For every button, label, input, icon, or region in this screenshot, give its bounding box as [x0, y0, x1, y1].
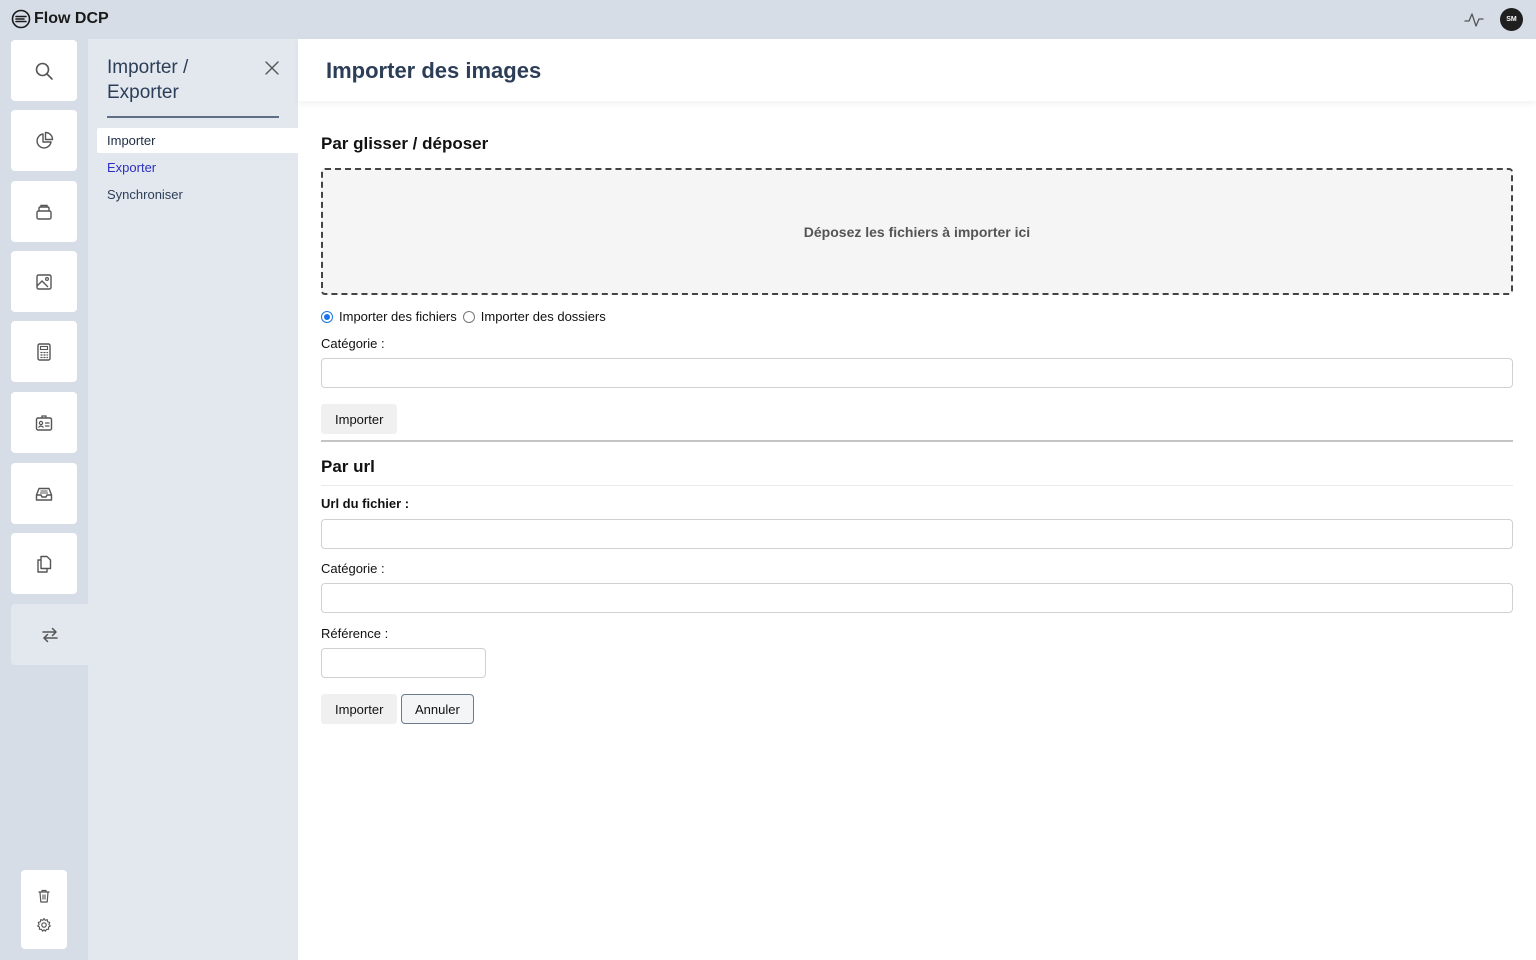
- url-label: Url du fichier :: [321, 496, 410, 511]
- cancel-button[interactable]: Annuler: [401, 694, 474, 724]
- reference-input[interactable]: [321, 648, 486, 678]
- section-divider: [321, 440, 1513, 442]
- close-icon[interactable]: [263, 59, 281, 77]
- panel-title: Importer / Exporter: [107, 57, 189, 103]
- avatar[interactable]: SM: [1500, 8, 1523, 31]
- radio-import-folders[interactable]: [462, 310, 475, 323]
- rail-dashboard-button[interactable]: [11, 110, 77, 171]
- rail-import-export-button[interactable]: [11, 604, 88, 665]
- trash-icon[interactable]: [36, 888, 52, 904]
- stack-icon: [36, 204, 52, 220]
- import-export-icon: [41, 627, 58, 642]
- rail-contacts-button[interactable]: [11, 392, 77, 453]
- panel-divider: [107, 116, 279, 118]
- category-input[interactable]: [321, 358, 1513, 388]
- rail-images-button[interactable]: [11, 251, 77, 312]
- main-header: Importer des images: [298, 39, 1536, 101]
- settings-icon[interactable]: [36, 917, 52, 933]
- app-logo[interactable]: Flow DCP: [11, 9, 109, 29]
- image-icon: [36, 273, 52, 290]
- import-files-button[interactable]: Importer: [321, 404, 398, 434]
- url-section-divider: [321, 485, 1513, 486]
- pie-chart-icon: [36, 131, 54, 149]
- import-mode-group: Importer des fichiers Importer des dossi…: [321, 309, 612, 324]
- url-section-title: Par url: [321, 457, 375, 476]
- search-icon: [35, 62, 53, 80]
- id-card-icon: [35, 414, 53, 431]
- rail-bottom-group: [21, 870, 67, 949]
- activity-icon[interactable]: [1464, 10, 1484, 30]
- file-dropzone[interactable]: Déposez les fichiers à importer ici: [321, 168, 1513, 295]
- inbox-icon: [35, 487, 53, 501]
- rail-calculator-button[interactable]: [11, 321, 77, 382]
- radio-import-folders-label[interactable]: Importer des dossiers: [481, 309, 606, 324]
- rail-inbox-button[interactable]: [11, 463, 77, 524]
- main-content: Importer des images Par glisser / dépose…: [298, 39, 1536, 960]
- import-export-panel: Importer / Exporter Importer Exporter Sy…: [88, 39, 298, 960]
- panel-item-exporter[interactable]: Exporter: [97, 155, 298, 180]
- app-title: Flow DCP: [34, 10, 109, 27]
- left-rail: [0, 39, 88, 960]
- panel-item-importer[interactable]: Importer: [97, 128, 298, 153]
- dropzone-text: Déposez les fichiers à importer ici: [803, 223, 1031, 240]
- url-category-label: Catégorie :: [321, 561, 385, 576]
- logo-icon: [11, 9, 31, 29]
- rail-search-button[interactable]: [11, 40, 77, 101]
- calculator-icon: [37, 342, 51, 361]
- url-input[interactable]: [321, 519, 1513, 549]
- reference-label: Référence :: [321, 626, 389, 641]
- panel-item-synchroniser[interactable]: Synchroniser: [97, 182, 298, 207]
- import-url-button[interactable]: Importer: [321, 694, 398, 724]
- rail-stack-button[interactable]: [11, 181, 77, 242]
- category-label: Catégorie :: [321, 336, 385, 351]
- radio-import-files-label[interactable]: Importer des fichiers: [339, 309, 457, 324]
- url-category-input[interactable]: [321, 583, 1513, 613]
- top-bar: Flow DCP SM: [0, 0, 1536, 39]
- rail-documents-button[interactable]: [11, 533, 77, 594]
- drag-drop-section-title: Par glisser / déposer: [321, 134, 489, 153]
- radio-import-files[interactable]: [321, 310, 333, 323]
- page-title: Importer des images: [326, 58, 542, 83]
- copy-icon: [37, 555, 52, 573]
